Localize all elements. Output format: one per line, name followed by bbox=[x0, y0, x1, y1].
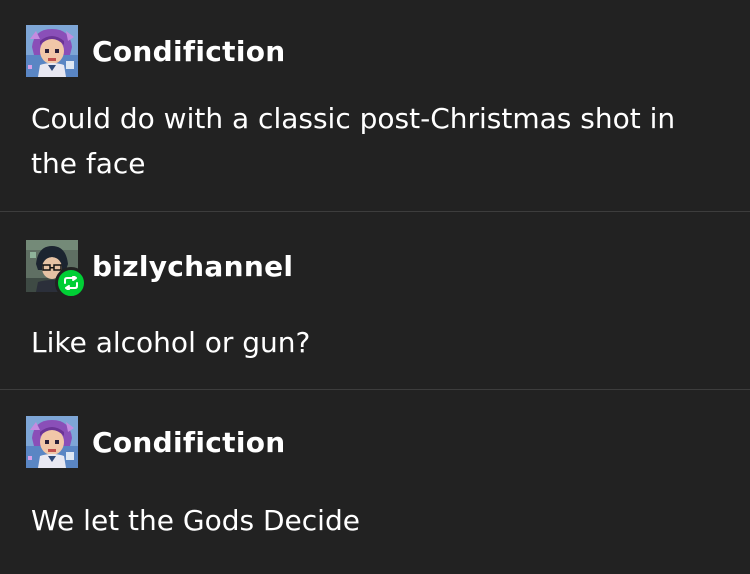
avatar[interactable] bbox=[26, 25, 78, 77]
post-text: Like alcohol or gun? bbox=[31, 326, 311, 359]
reblog-post: Condifiction Could do with a classic pos… bbox=[0, 0, 750, 212]
avatar[interactable] bbox=[26, 240, 87, 299]
condifiction-avatar-icon bbox=[26, 25, 78, 77]
username[interactable]: bizlychannel bbox=[92, 250, 293, 283]
reblog-post: bizlychannel Like alcohol or gun? bbox=[0, 213, 750, 390]
avatar[interactable] bbox=[26, 416, 78, 468]
post-text: Could do with a classic post-Christmas s… bbox=[31, 102, 676, 180]
condifiction-avatar-icon bbox=[26, 416, 78, 468]
reblog-badge bbox=[55, 267, 87, 299]
post-text: We let the Gods Decide bbox=[31, 504, 360, 537]
post-header: Condifiction bbox=[26, 416, 286, 468]
reblog-post: Condifiction We let the Gods Decide bbox=[0, 391, 750, 574]
post-header: Condifiction bbox=[26, 25, 286, 77]
reblog-icon bbox=[64, 276, 78, 290]
username[interactable]: Condifiction bbox=[92, 35, 286, 68]
post-header: bizlychannel bbox=[26, 240, 293, 299]
username[interactable]: Condifiction bbox=[92, 426, 286, 459]
